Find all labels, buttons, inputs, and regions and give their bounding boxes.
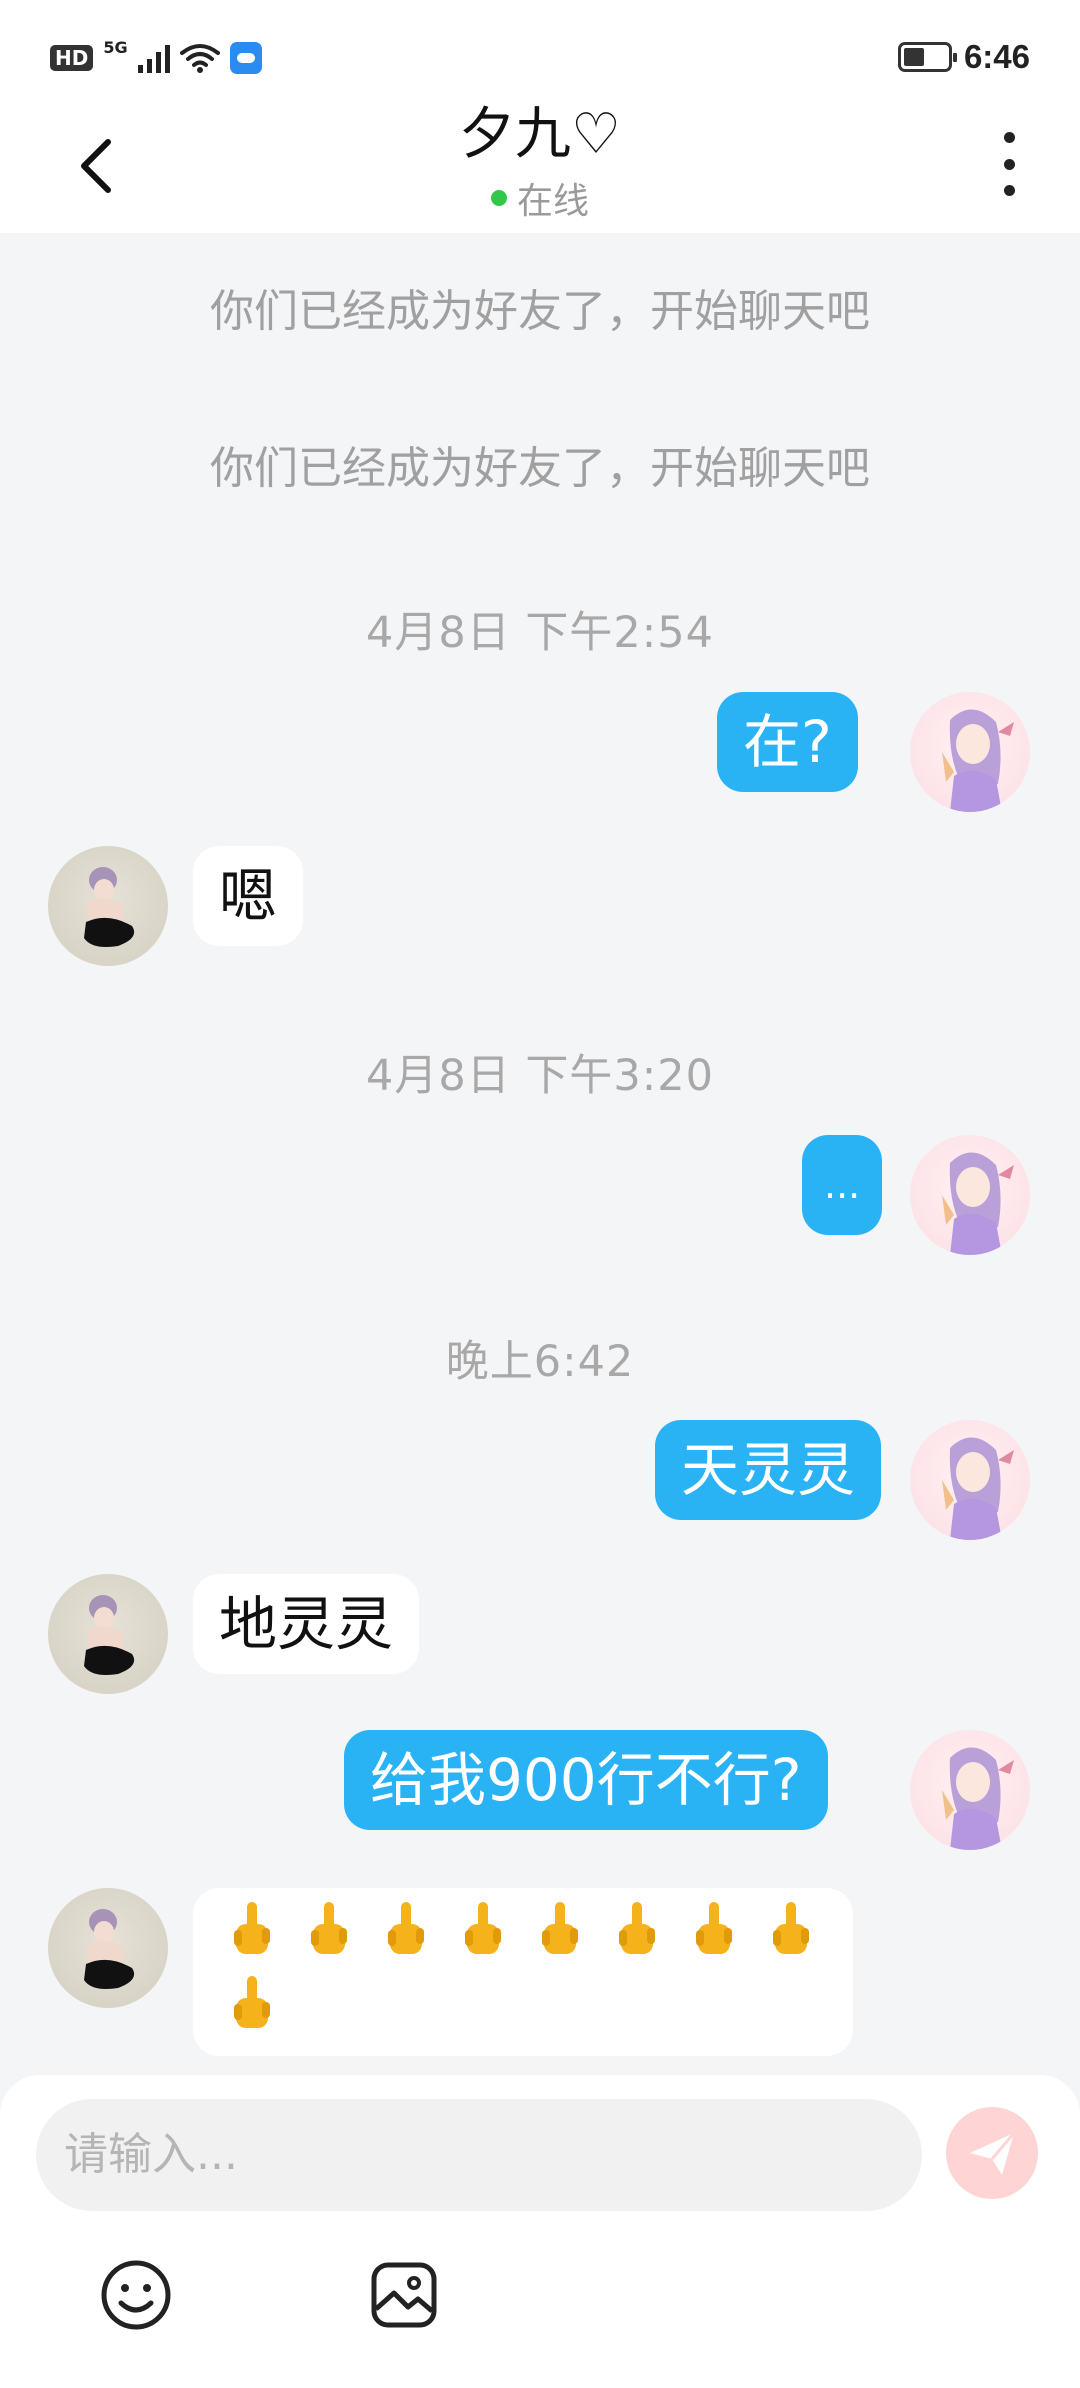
network-type: 5G [103, 38, 128, 57]
status-indicators: HD 5G [50, 38, 262, 74]
sent-message-bubble[interactable]: 天灵灵 [655, 1420, 882, 1520]
contact-avatar[interactable] [48, 1574, 168, 1694]
battery-icon [897, 42, 957, 72]
my-avatar[interactable] [910, 1135, 1030, 1255]
send-icon [970, 2132, 1016, 2175]
message-timestamp: 4月8日 下午2:54 [366, 608, 714, 658]
middle-finger-emoji [752, 1900, 829, 1974]
middle-finger-emoji [367, 1900, 444, 1974]
contact-avatar-image [84, 1595, 135, 1675]
received-emoji-bubble[interactable] [193, 1888, 853, 2056]
anime-avatar-image [942, 1437, 1014, 1540]
system-message: 你们已经成为好友了，开始聊天吧 [210, 286, 870, 337]
wifi-icon [179, 44, 220, 73]
chat-header: 夕九♡ 在线 [0, 100, 1080, 233]
my-avatar[interactable] [910, 1420, 1030, 1540]
message-timestamp: 晚上6:42 [445, 1337, 635, 1387]
contact-avatar-image [84, 1909, 135, 1989]
emoji-row [213, 1900, 853, 2048]
anime-avatar-image [942, 709, 1014, 812]
middle-finger-emoji [290, 1900, 367, 1974]
online-status-text: 在线 [516, 181, 589, 222]
more-vertical-icon[interactable] [994, 132, 1024, 196]
middle-finger-emoji [213, 1974, 290, 2048]
middle-finger-emoji [598, 1900, 675, 1974]
my-avatar[interactable] [910, 692, 1030, 812]
contact-avatar[interactable] [48, 846, 168, 966]
received-message-bubble[interactable]: 地灵灵 [193, 1574, 420, 1674]
anime-avatar-image [942, 1747, 1014, 1850]
message-input[interactable]: 请输入... [36, 2099, 922, 2211]
middle-finger-emoji [521, 1900, 598, 1974]
image-icon[interactable] [366, 2257, 442, 2333]
emoji-icon[interactable] [98, 2257, 174, 2333]
middle-finger-emoji [213, 1900, 290, 1974]
clock: 6:46 [963, 38, 1030, 75]
middle-finger-emoji [444, 1900, 521, 1974]
composer: 请输入... [0, 2075, 1080, 2388]
middle-finger-emoji [675, 1900, 752, 1974]
cloud-app-icon [229, 42, 262, 74]
online-dot-icon [490, 190, 507, 206]
contact-avatar[interactable] [48, 1888, 168, 2008]
message-timestamp: 4月8日 下午3:20 [366, 1051, 714, 1101]
online-status: 在线 [0, 172, 1080, 224]
anime-avatar-image [942, 1152, 1014, 1255]
sent-message-bubble[interactable]: ... [802, 1135, 883, 1235]
status-bar: HD 5G 6:46 [0, 0, 1080, 110]
contact-avatar-image [84, 867, 135, 947]
send-button[interactable] [946, 2107, 1038, 2199]
status-right: 6:46 [897, 38, 1030, 76]
hd-badge: HD [50, 45, 94, 71]
sent-message-bubble[interactable]: 在? [717, 692, 858, 792]
my-avatar[interactable] [910, 1730, 1030, 1850]
system-message: 你们已经成为好友了，开始聊天吧 [210, 443, 870, 494]
signal-icon [137, 43, 170, 73]
received-message-bubble[interactable]: 嗯 [193, 846, 304, 946]
contact-name: 夕九♡ [458, 102, 622, 167]
sent-message-bubble[interactable]: 给我900行不行? [344, 1730, 828, 1830]
